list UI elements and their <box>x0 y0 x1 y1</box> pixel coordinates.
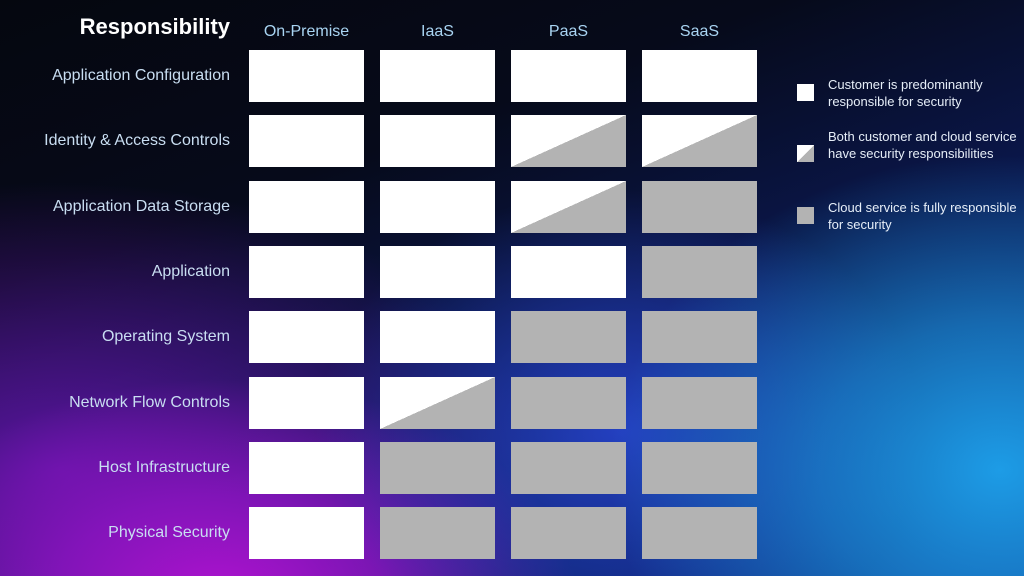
matrix-cell-shared <box>511 181 626 233</box>
legend-text-cloud: Cloud service is fully responsible for s… <box>828 200 1017 232</box>
legend-text-customer: Customer is predominantly responsible fo… <box>828 77 983 109</box>
matrix-cell-cloud <box>380 507 495 559</box>
matrix-cell-cloud <box>380 442 495 494</box>
column-header-saas: SaaS <box>679 23 720 40</box>
matrix-cell-customer <box>380 246 495 298</box>
matrix-cell-shared <box>642 115 757 167</box>
column-header-paas: PaaS <box>548 23 589 40</box>
matrix-cell-shared <box>511 115 626 167</box>
matrix-cell-customer <box>249 311 364 363</box>
matrix-cell-cloud <box>511 377 626 429</box>
matrix-cell-cloud <box>642 246 757 298</box>
matrix-cell-customer <box>511 246 626 298</box>
matrix-cell-shared <box>380 377 495 429</box>
row-label: Identity & Access Controls <box>44 132 230 149</box>
matrix-cell-cloud <box>511 442 626 494</box>
row-label: Host Infrastructure <box>98 459 230 476</box>
matrix-cell-customer <box>380 181 495 233</box>
legend-swatch-shared <box>797 145 814 162</box>
legend-text-shared: Both customer and cloud service have sec… <box>828 129 1017 161</box>
matrix-cell-customer <box>511 50 626 102</box>
row-label: Application <box>151 263 230 280</box>
matrix-cell-customer <box>380 50 495 102</box>
matrix-cell-cloud <box>511 311 626 363</box>
matrix-title: Responsibility <box>79 14 230 39</box>
row-label: Application Configuration <box>52 67 230 84</box>
matrix-cell-customer <box>380 115 495 167</box>
matrix-cell-customer <box>249 115 364 167</box>
legend-swatch-customer <box>797 84 814 101</box>
matrix-cell-cloud <box>642 377 757 429</box>
matrix-cell-cloud <box>642 507 757 559</box>
row-label: Application Data Storage <box>53 198 230 215</box>
matrix-cell-customer <box>249 442 364 494</box>
matrix-cell-cloud <box>642 442 757 494</box>
matrix-cell-customer <box>249 507 364 559</box>
matrix-cell-customer <box>642 50 757 102</box>
column-header-iaas: IaaS <box>421 23 454 40</box>
row-label: Operating System <box>101 328 230 345</box>
column-header-on-premise: On-Premise <box>263 23 350 40</box>
matrix-cell-cloud <box>642 311 757 363</box>
matrix-cell-customer <box>380 311 495 363</box>
row-label: Network Flow Controls <box>69 394 230 411</box>
matrix-cell-cloud <box>511 507 626 559</box>
matrix-cell-customer <box>249 181 364 233</box>
matrix-cell-customer <box>249 377 364 429</box>
legend-swatch-cloud <box>797 207 814 224</box>
matrix-cell-customer <box>249 246 364 298</box>
row-label: Physical Security <box>108 524 230 541</box>
matrix-cell-cloud <box>642 181 757 233</box>
matrix-cell-customer <box>249 50 364 102</box>
